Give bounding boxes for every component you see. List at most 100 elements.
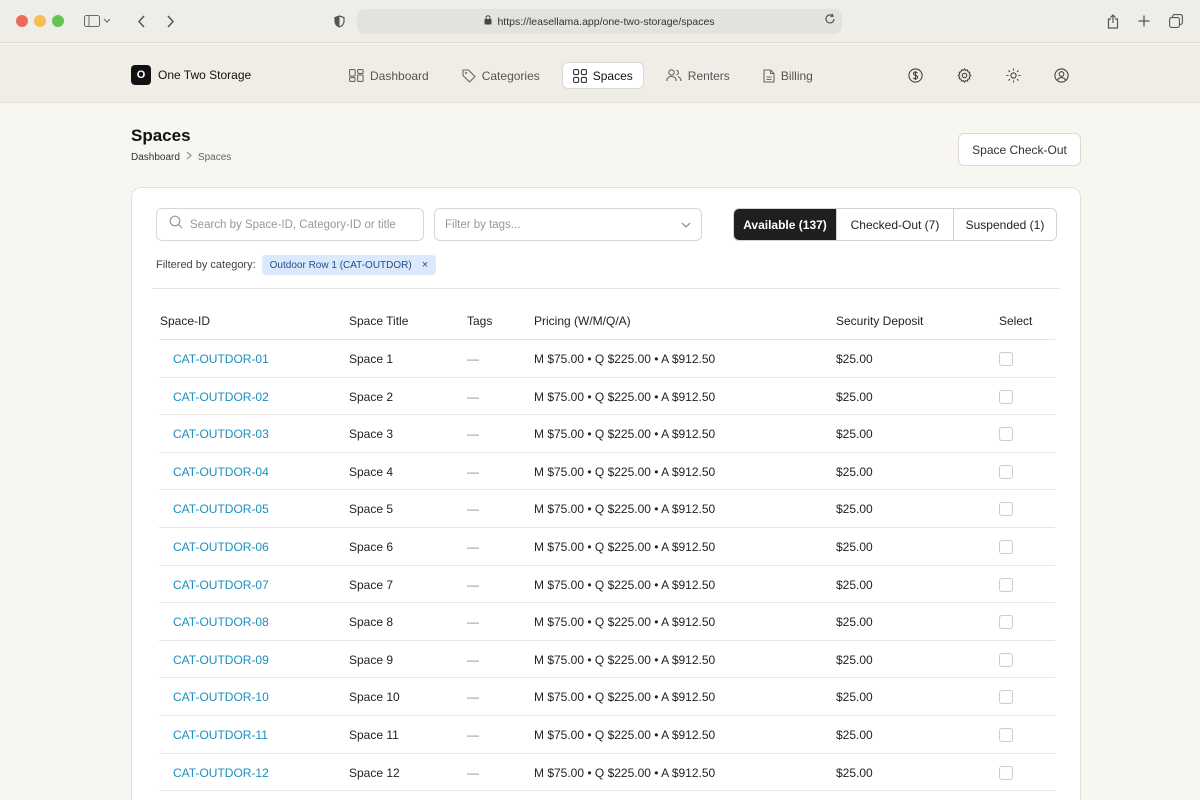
space-checkout-button[interactable]: Space Check-Out <box>958 133 1081 166</box>
space-id-link[interactable]: CAT-OUTDOR-07 <box>173 578 269 592</box>
column-header: Security Deposit <box>836 314 924 328</box>
table-header: Space-ID Space Title Tags Pricing (W/M/Q… <box>159 308 1055 340</box>
space-id-link[interactable]: CAT-OUTDOR-03 <box>173 427 269 441</box>
column-header: Select <box>999 314 1033 328</box>
address-bar[interactable]: https://leasellama.app/one-two-storage/s… <box>357 9 842 34</box>
space-tags: — <box>467 539 479 554</box>
document-icon <box>763 68 775 83</box>
brand-name[interactable]: One Two Storage <box>158 68 251 82</box>
nav-renters[interactable]: Renters <box>655 62 741 89</box>
category-filter-chip: Outdoor Row 1 (CAT-OUTDOR) × <box>261 255 437 275</box>
user-circle-icon[interactable] <box>1054 68 1069 83</box>
chevron-right-icon <box>186 151 192 163</box>
space-id-link[interactable]: CAT-OUTDOR-10 <box>173 690 269 704</box>
select-checkbox[interactable] <box>999 652 1013 667</box>
nav-billing[interactable]: Billing <box>752 62 824 89</box>
space-pricing: M $75.00 • Q $225.00 • A $912.50 <box>534 539 716 554</box>
breadcrumb-dashboard[interactable]: Dashboard <box>131 152 180 163</box>
search-input[interactable] <box>190 218 400 231</box>
segment-suspended[interactable]: Suspended (1) <box>954 209 1056 240</box>
space-id-link[interactable]: CAT-OUTDOR-01 <box>173 352 269 366</box>
select-checkbox[interactable] <box>999 389 1013 404</box>
divider <box>152 288 1060 289</box>
table-row: CAT-OUTDOR-09 Space 9 — M $75.00 • Q $225.0… <box>159 641 1055 679</box>
space-title: Space 9 <box>349 652 394 667</box>
security-deposit: $25.00 <box>836 539 873 554</box>
reload-icon[interactable] <box>824 13 836 28</box>
new-tab-icon[interactable] <box>1137 10 1151 32</box>
select-checkbox[interactable] <box>999 615 1013 630</box>
privacy-shield-icon[interactable] <box>332 10 346 32</box>
tags-filter-select[interactable]: Filter by tags... <box>434 208 702 241</box>
space-pricing: M $75.00 • Q $225.00 • A $912.50 <box>534 389 716 404</box>
status-segmented-control: Available (137) Checked-Out (7) Suspende… <box>733 208 1057 241</box>
space-id-link[interactable]: CAT-OUTDOR-08 <box>173 615 269 629</box>
space-tags: — <box>467 727 479 742</box>
space-pricing: M $75.00 • Q $225.00 • A $912.50 <box>534 765 716 780</box>
select-checkbox[interactable] <box>999 690 1013 705</box>
space-id-link[interactable]: CAT-OUTDOR-11 <box>173 728 268 742</box>
tag-icon <box>462 68 476 83</box>
table-row: CAT-OUTDOR-06 Space 6 — M $75.00 • Q $225.0… <box>159 528 1055 566</box>
close-window-button[interactable] <box>16 15 28 27</box>
nav-spaces[interactable]: Spaces <box>561 62 644 89</box>
space-id-link[interactable]: CAT-OUTDOR-02 <box>173 390 269 404</box>
nav-categories[interactable]: Categories <box>451 62 551 89</box>
app-header: O One Two Storage Dashboard Categories S… <box>0 44 1200 103</box>
select-checkbox[interactable] <box>999 352 1013 366</box>
dollar-icon[interactable] <box>908 68 923 83</box>
space-tags: — <box>467 464 479 479</box>
select-checkbox[interactable] <box>999 464 1013 479</box>
grid-icon <box>572 68 587 83</box>
tab-overview-icon[interactable] <box>1168 10 1184 32</box>
sidebar-toggle-icon[interactable] <box>82 10 112 32</box>
back-icon[interactable] <box>134 10 148 32</box>
table-row: CAT-OUTDOR-08 Space 8 — M $75.00 • Q $225.0… <box>159 603 1055 641</box>
breadcrumb: Dashboard Spaces <box>131 151 231 163</box>
select-checkbox[interactable] <box>999 539 1013 554</box>
space-title: Space 3 <box>349 427 394 442</box>
space-pricing: M $75.00 • Q $225.00 • A $912.50 <box>534 690 716 705</box>
sun-icon[interactable] <box>1006 68 1021 83</box>
brand-logo[interactable]: O <box>131 65 151 85</box>
nav-dashboard[interactable]: Dashboard <box>338 62 440 89</box>
segment-checked-out[interactable]: Checked-Out (7) <box>837 209 954 240</box>
space-id-link[interactable]: CAT-OUTDOR-06 <box>173 540 269 554</box>
space-tags: — <box>467 352 479 366</box>
security-deposit: $25.00 <box>836 652 873 667</box>
space-id-link[interactable]: CAT-OUTDOR-04 <box>173 465 269 479</box>
breadcrumb-spaces: Spaces <box>197 151 232 163</box>
security-deposit: $25.00 <box>836 727 873 742</box>
space-id-link[interactable]: CAT-OUTDOR-05 <box>173 502 269 516</box>
space-title: Space 5 <box>349 502 394 517</box>
nav-billing-label: Billing <box>780 68 813 83</box>
space-id-link[interactable]: CAT-OUTDOR-12 <box>173 766 269 780</box>
space-title: Space 1 <box>349 352 394 366</box>
security-deposit: $25.00 <box>836 765 873 780</box>
share-icon[interactable] <box>1106 10 1120 32</box>
segment-available[interactable]: Available (137) <box>734 209 837 240</box>
maximize-window-button[interactable] <box>52 15 64 27</box>
select-checkbox[interactable] <box>999 577 1013 592</box>
minimize-window-button[interactable] <box>34 15 46 27</box>
dashboard-icon <box>349 69 364 82</box>
chip-remove-icon[interactable]: × <box>422 259 428 271</box>
space-pricing: M $75.00 • Q $225.00 • A $912.50 <box>534 502 716 517</box>
space-title: Space 10 <box>349 690 400 705</box>
select-checkbox[interactable] <box>999 765 1013 780</box>
space-id-link[interactable]: CAT-OUTDOR-09 <box>173 653 269 667</box>
table-row: CAT-OUTDOR-03 Space 3 — M $75.00 • Q $225.0… <box>159 415 1055 453</box>
forward-icon[interactable] <box>163 10 177 32</box>
security-deposit: $25.00 <box>836 427 873 442</box>
security-deposit: $25.00 <box>836 389 873 404</box>
lock-icon <box>484 15 492 28</box>
filtered-label: Filtered by category: <box>156 259 256 271</box>
gear-icon[interactable] <box>957 68 972 83</box>
select-checkbox[interactable] <box>999 727 1013 742</box>
search-box[interactable] <box>156 208 424 241</box>
browser-toolbar: https://leasellama.app/one-two-storage/s… <box>0 0 1200 43</box>
space-title: Space 11 <box>349 727 399 742</box>
select-checkbox[interactable] <box>999 502 1013 517</box>
security-deposit: $25.00 <box>836 577 873 592</box>
select-checkbox[interactable] <box>999 427 1013 442</box>
